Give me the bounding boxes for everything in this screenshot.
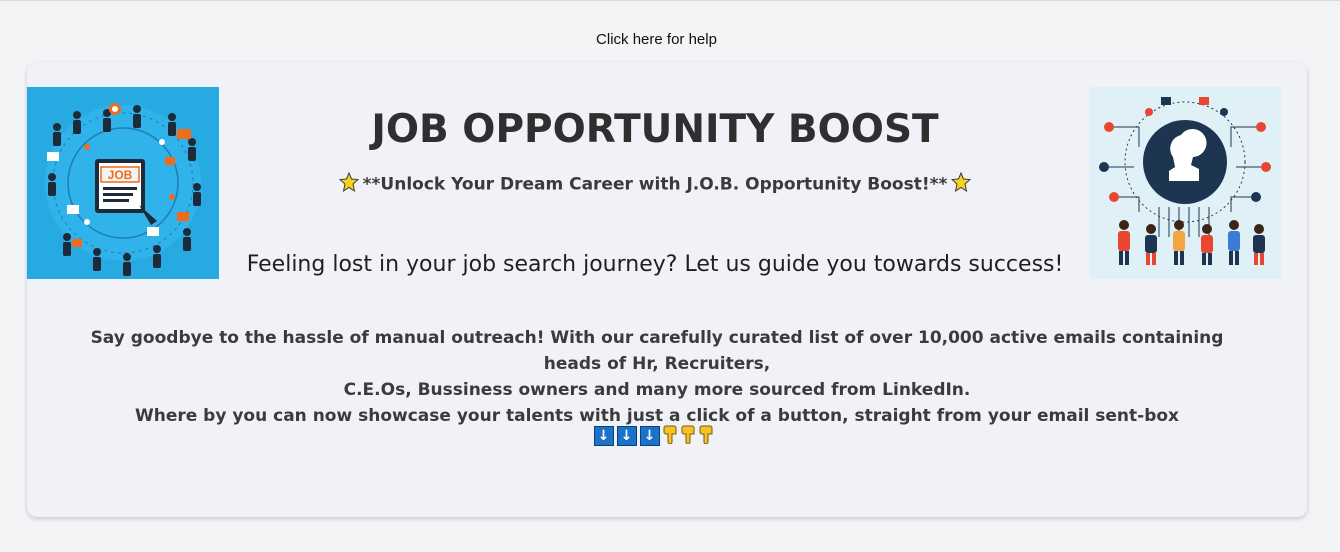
arrow-indicators: ↓ ↓ ↓ xyxy=(27,424,1283,446)
sparkle-star-icon xyxy=(951,171,972,197)
description-line: Say goodbye to the hassle of manual outr… xyxy=(90,328,1224,374)
down-arrow-icon: ↓ xyxy=(616,426,637,446)
sparkle-star-icon xyxy=(338,171,359,197)
description-line: C.E.Os, Bussiness owners and many more s… xyxy=(343,380,971,400)
down-arrow-icon: ↓ xyxy=(639,426,660,446)
hero-card: JOB JOB OPPORTUNITY BOOST **Unlock Your … xyxy=(27,62,1307,517)
down-arrow-icon: ↓ xyxy=(593,426,614,446)
pointing-down-hand-icon xyxy=(699,424,715,448)
description: Say goodbye to the hassle of manual outr… xyxy=(67,325,1247,429)
subtitle-text: **Unlock Your Dream Career with J.O.B. O… xyxy=(362,174,948,195)
help-link[interactable]: Click here for help xyxy=(0,31,1313,48)
top-divider xyxy=(0,0,1340,1)
pointing-down-hand-icon xyxy=(681,424,697,448)
career-network-illustration xyxy=(1089,87,1281,279)
pointing-down-hand-icon xyxy=(663,424,679,448)
